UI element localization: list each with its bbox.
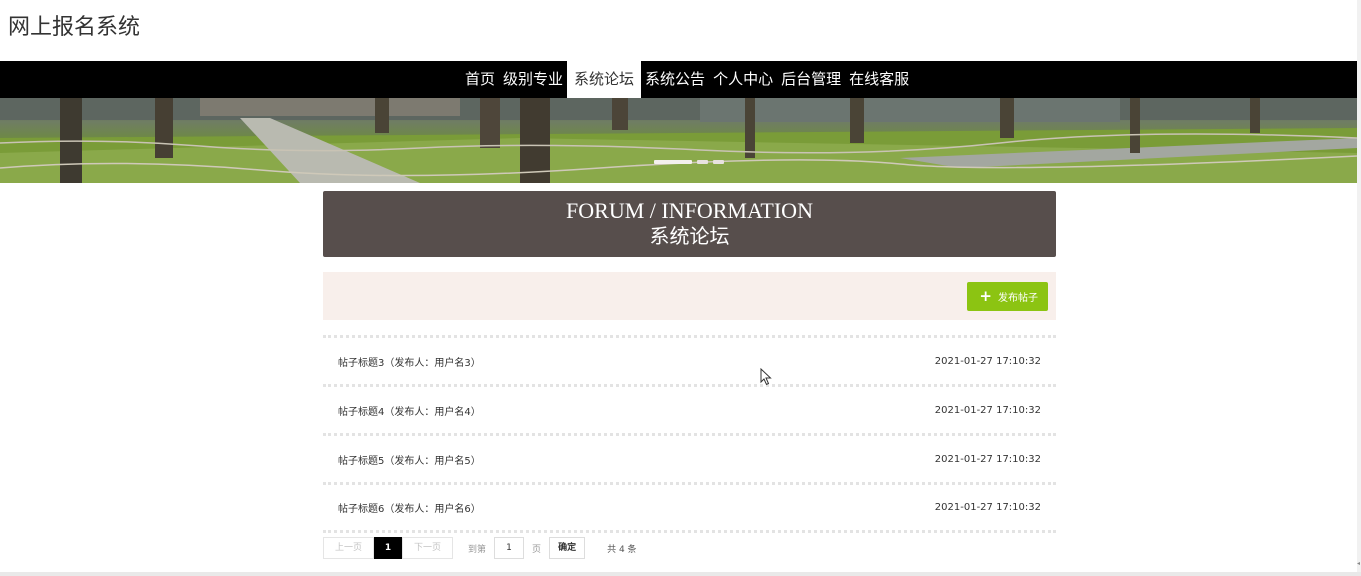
nav-item-personal-center[interactable]: 个人中心	[709, 61, 777, 98]
carousel-dot-3[interactable]	[713, 160, 724, 164]
goto-confirm-button[interactable]: 确定	[549, 537, 586, 559]
post-item[interactable]: 帖子标题6（发布人：用户名6） 2021-01-27 17:10:32	[323, 482, 1056, 533]
post-title[interactable]: 帖子标题6（发布人：用户名6）	[338, 500, 481, 515]
nav-item-levels-majors[interactable]: 级别专业	[499, 61, 567, 98]
scroll-down-icon[interactable]: ◂	[1357, 560, 1361, 568]
banner-image	[0, 98, 1357, 183]
site-title: 网上报名系统	[8, 15, 141, 40]
prev-page-button[interactable]: 上一页	[323, 537, 375, 559]
post-time: 2021-01-27 17:10:32	[934, 502, 1041, 513]
post-time: 2021-01-27 17:10:32	[934, 453, 1041, 465]
plus-icon: +	[979, 287, 992, 305]
forum-header: FORUM / INFORMATION 系统论坛	[323, 191, 1056, 257]
post-time: 2021-01-27 17:10:32	[934, 355, 1041, 367]
post-time: 2021-01-27 17:10:32	[934, 404, 1041, 416]
post-item[interactable]: 帖子标题3（发布人：用户名3） 2021-01-27 17:10:32	[323, 335, 1056, 384]
nav-item-announcements[interactable]: 系统公告	[641, 61, 709, 98]
publish-post-button[interactable]: + 发布帖子	[967, 282, 1048, 311]
main-navbar: 首页 级别专业 系统论坛 系统公告 个人中心 后台管理 在线客服	[0, 61, 1357, 98]
post-item[interactable]: 帖子标题4（发布人：用户名4） 2021-01-27 17:10:32	[323, 384, 1056, 433]
current-page[interactable]: 1	[374, 537, 403, 559]
vertical-scrollbar[interactable]	[1357, 0, 1361, 576]
nav-item-forum[interactable]: 系统论坛	[567, 61, 642, 98]
post-title[interactable]: 帖子标题4（发布人：用户名4）	[338, 403, 481, 418]
nav-item-online-service[interactable]: 在线客服	[845, 61, 913, 98]
banner-carousel[interactable]	[0, 98, 1357, 183]
total-count: 共 4 条	[607, 544, 637, 555]
forum-title-en: FORUM / INFORMATION	[566, 198, 813, 223]
mouse-cursor-icon	[760, 368, 772, 386]
forum-title-cn: 系统论坛	[649, 224, 730, 248]
bottom-edge	[0, 572, 1361, 576]
goto-label: 到第	[468, 544, 487, 555]
carousel-dot-2[interactable]	[697, 160, 708, 164]
next-page-button[interactable]: 下一页	[402, 537, 454, 559]
carousel-dot-1[interactable]	[654, 160, 692, 164]
post-title[interactable]: 帖子标题3（发布人：用户名3）	[338, 354, 481, 369]
nav-item-home[interactable]: 首页	[461, 61, 499, 98]
carousel-dots	[654, 160, 724, 164]
forum-toolbar: + 发布帖子	[323, 272, 1056, 320]
post-list: 帖子标题3（发布人：用户名3） 2021-01-27 17:10:32 帖子标题…	[323, 335, 1056, 533]
pagination: 上一页 1 下一页 到第 页 确定 共 4 条	[323, 537, 637, 559]
page-unit-label: 页	[532, 544, 542, 555]
goto-page-input[interactable]	[494, 537, 525, 559]
publish-post-label: 发布帖子	[998, 293, 1038, 304]
nav-item-admin[interactable]: 后台管理	[777, 61, 845, 98]
post-title[interactable]: 帖子标题5（发布人：用户名5）	[338, 452, 481, 467]
post-item[interactable]: 帖子标题5（发布人：用户名5） 2021-01-27 17:10:32	[323, 433, 1056, 482]
nav-list: 首页 级别专业 系统论坛 系统公告 个人中心 后台管理 在线客服	[461, 61, 913, 98]
